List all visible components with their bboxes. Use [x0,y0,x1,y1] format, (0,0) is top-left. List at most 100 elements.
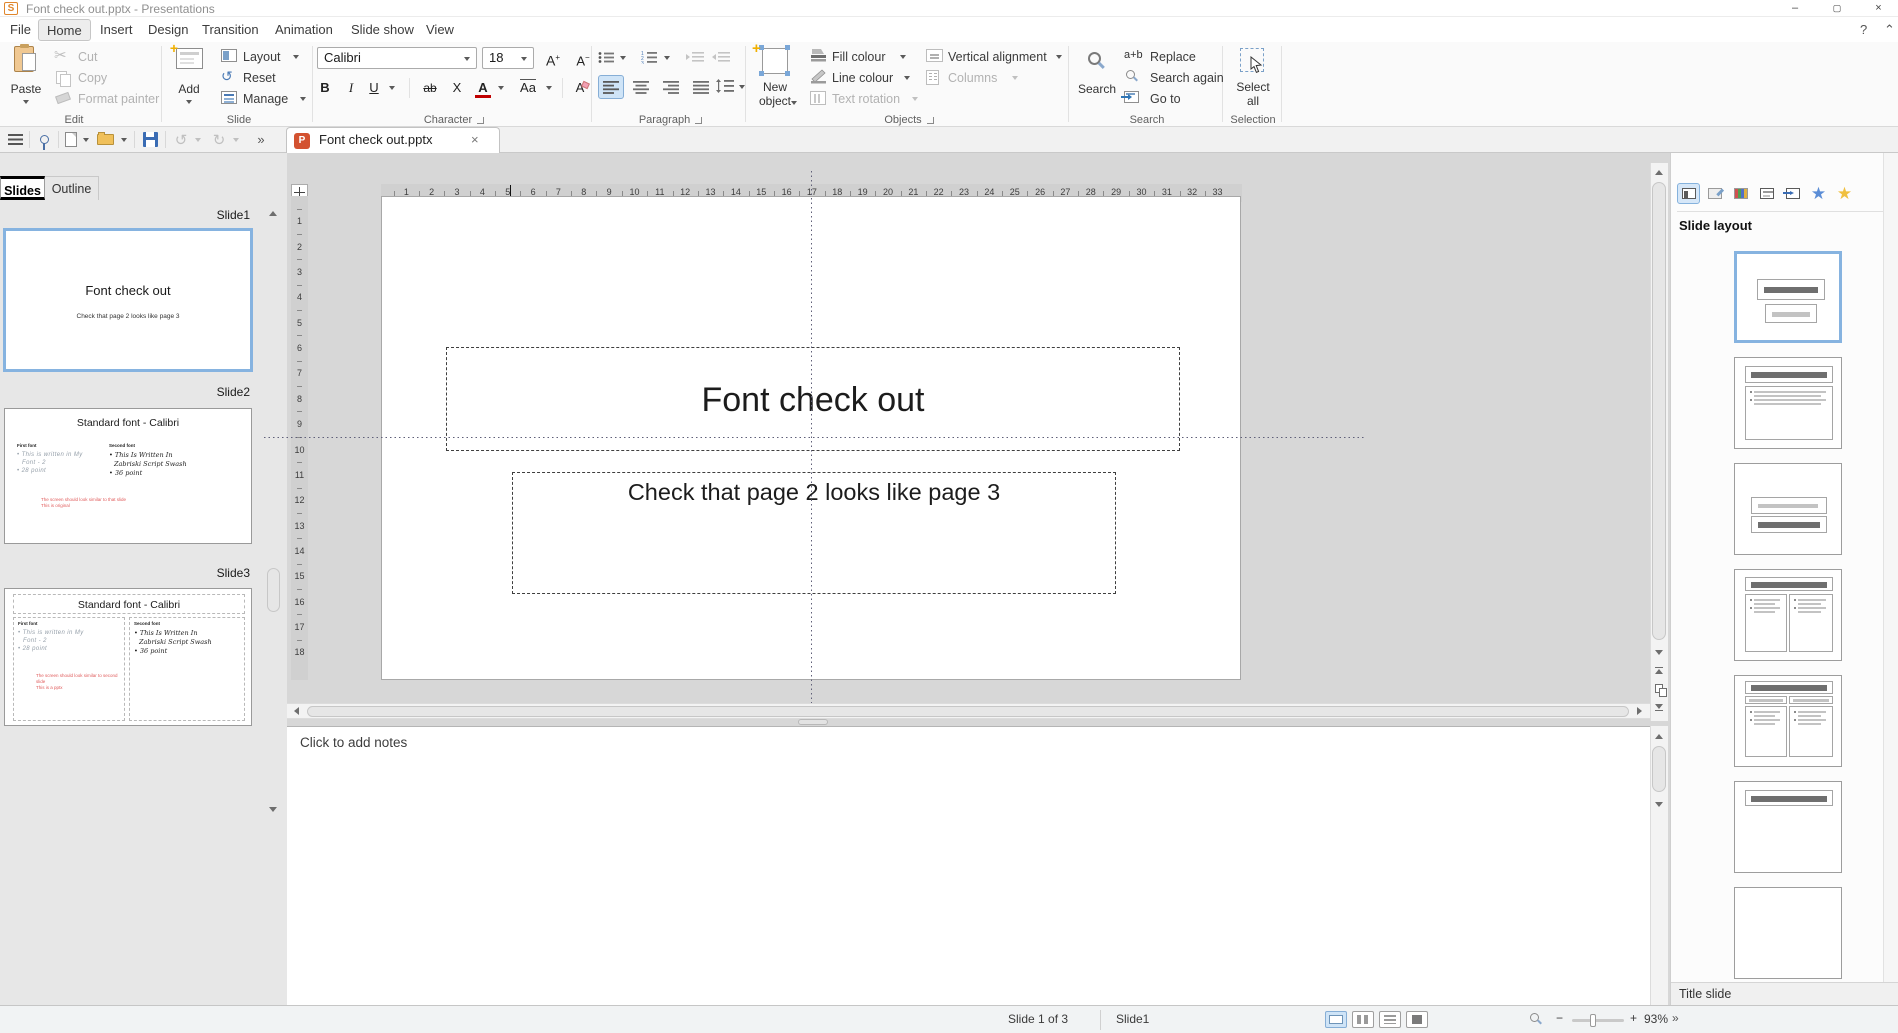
canvas-scroll-right-icon[interactable] [1632,704,1647,718]
menu-slide-show[interactable]: Slide show [343,19,422,41]
bullet-list-dropdown-icon[interactable] [620,56,626,60]
font-size-dropdown-icon[interactable] [521,57,527,61]
toolbar-overflow-icon[interactable]: » [252,127,270,152]
font-color-dropdown-icon[interactable] [498,86,504,90]
sidebar-slide-layout-icon[interactable] [1677,183,1700,204]
bullet-list-button[interactable] [598,51,615,69]
hamburger-menu-icon[interactable] [4,127,26,152]
zoom-level[interactable]: 93% [1644,1012,1668,1026]
align-center-button[interactable] [628,75,654,99]
notes-scrollbar-thumb[interactable] [1652,746,1666,792]
touch-mode-icon[interactable] [33,127,55,152]
layout-thumbnail-two-content-caption[interactable] [1734,675,1842,767]
title-placeholder[interactable]: Font check out [446,347,1180,451]
notes-splitter-handle[interactable] [798,719,828,725]
layout-thumbnail-subtitle-title[interactable] [1734,463,1842,555]
browse-slides-icon[interactable] [1650,681,1668,696]
increase-indent-icon[interactable] [686,51,704,69]
subscript-button[interactable]: X [446,76,468,100]
zoom-slider[interactable] [1572,1019,1624,1022]
character-dialog-launcher-icon[interactable] [477,117,484,124]
layout-thumbnail-two-content[interactable] [1734,569,1842,661]
tab-outline[interactable]: Outline [45,176,99,200]
menu-insert[interactable]: Insert [92,19,141,41]
layout-thumbnail-blank[interactable] [1734,887,1842,979]
menu-home[interactable]: Home [38,19,91,41]
collapse-ribbon-icon[interactable]: ⌃ [1876,19,1898,41]
maximize-button[interactable]: ▢ [1817,0,1857,17]
fill-colour-dropdown-icon[interactable] [900,55,906,59]
slides-scrollbar-thumb[interactable] [267,568,280,612]
add-dropdown-icon[interactable] [186,100,192,104]
font-size-combo[interactable]: 18 [482,47,534,69]
slide-thumbnail-3[interactable]: Standard font - Calibri First font • Thi… [4,588,252,726]
canvas-scroll-up-icon[interactable] [1650,165,1668,180]
canvas-scrollbar-thumb[interactable] [1652,182,1666,640]
undo-icon[interactable]: ↺ [172,127,190,152]
line-colour-dropdown-icon[interactable] [904,76,910,80]
line-colour-button[interactable]: Line colour [832,69,893,87]
canvas-scroll-down-icon[interactable] [1650,645,1668,660]
align-justify-button[interactable] [688,75,714,99]
vertical-ruler[interactable]: 123456789101112131415161718 [291,196,308,680]
layout-thumbnail-title-only[interactable] [1734,781,1842,873]
bold-button[interactable]: B [313,76,337,100]
decrease-indent-icon[interactable] [712,51,730,69]
undo-dropdown-icon[interactable] [192,127,204,152]
normal-view-button[interactable] [1325,1011,1347,1028]
shrink-font-button[interactable]: A− [570,46,596,70]
underline-button[interactable]: U [363,76,385,100]
underline-dropdown-icon[interactable] [389,86,395,90]
strikethrough-button[interactable]: ab [416,76,444,100]
slides-scroll-up-icon[interactable] [264,205,282,221]
vertical-alignment-dropdown-icon[interactable] [1056,55,1062,59]
sidebar-scrollbar[interactable] [1883,153,1898,982]
layout-thumbnail-title-subtitle[interactable] [1734,251,1842,343]
line-spacing-dropdown-icon[interactable] [739,85,745,89]
subtitle-placeholder[interactable]: Check that page 2 looks like page 3 [512,472,1116,594]
sidebar-background-icon[interactable] [1755,183,1778,204]
paragraph-dialog-launcher-icon[interactable] [695,117,702,124]
numbered-list-dropdown-icon[interactable] [664,56,670,60]
canvas-scroll-left-icon[interactable] [289,704,304,718]
tab-close-icon[interactable]: × [471,132,479,147]
slideshow-view-button[interactable] [1406,1011,1428,1028]
zoom-slider-thumb[interactable] [1590,1014,1596,1027]
text-rotation-button[interactable]: Text rotation [832,90,900,108]
slides-scroll-down-icon[interactable] [264,801,282,817]
redo-dropdown-icon[interactable] [230,127,242,152]
text-rotation-dropdown-icon[interactable] [912,97,918,101]
numbered-list-button[interactable]: 123 [641,50,658,69]
menu-design[interactable]: Design [140,19,196,41]
menu-animation[interactable]: Animation [267,19,341,41]
font-name-dropdown-icon[interactable] [464,57,470,61]
italic-button[interactable]: I [341,76,361,100]
line-spacing-button[interactable] [716,79,734,98]
replace-button[interactable]: Replace [1150,48,1196,66]
columns-button[interactable]: Columns [948,69,997,87]
vertical-alignment-button[interactable]: Vertical alignment [948,48,1047,66]
copy-button[interactable]: Copy [78,69,107,87]
new-object-dropdown-icon[interactable] [791,101,797,105]
paste-dropdown-icon[interactable] [23,100,29,104]
sidebar-animation-star-icon[interactable]: ★ [1807,183,1830,204]
notes-scroll-down-icon[interactable] [1650,797,1668,812]
manage-button[interactable]: Manage [243,90,288,108]
slide-sorter-view-button[interactable] [1352,1011,1374,1028]
slide-thumbnail-1[interactable]: Font check out Check that page 2 looks l… [3,228,253,372]
clear-formatting-button[interactable]: A [568,76,592,100]
slide-thumbnail-2[interactable]: Standard font - Calibri First font • Thi… [4,408,252,544]
layout-dropdown-icon[interactable] [293,55,299,59]
columns-dropdown-icon[interactable] [1012,76,1018,80]
layout-thumbnail-title-content[interactable] [1734,357,1842,449]
new-document-icon[interactable] [62,127,80,152]
go-to-button[interactable]: Go to [1150,90,1181,108]
notes-pane[interactable]: Click to add notes [287,726,1650,1005]
align-left-button[interactable] [598,75,624,99]
change-case-dropdown-icon[interactable] [546,86,552,90]
grow-font-button[interactable]: A+ [540,46,566,70]
font-color-button[interactable]: A [472,76,494,100]
sidebar-master-edit-icon[interactable] [1703,183,1726,204]
vertical-guide[interactable] [811,171,812,712]
menu-transition[interactable]: Transition [194,19,267,41]
